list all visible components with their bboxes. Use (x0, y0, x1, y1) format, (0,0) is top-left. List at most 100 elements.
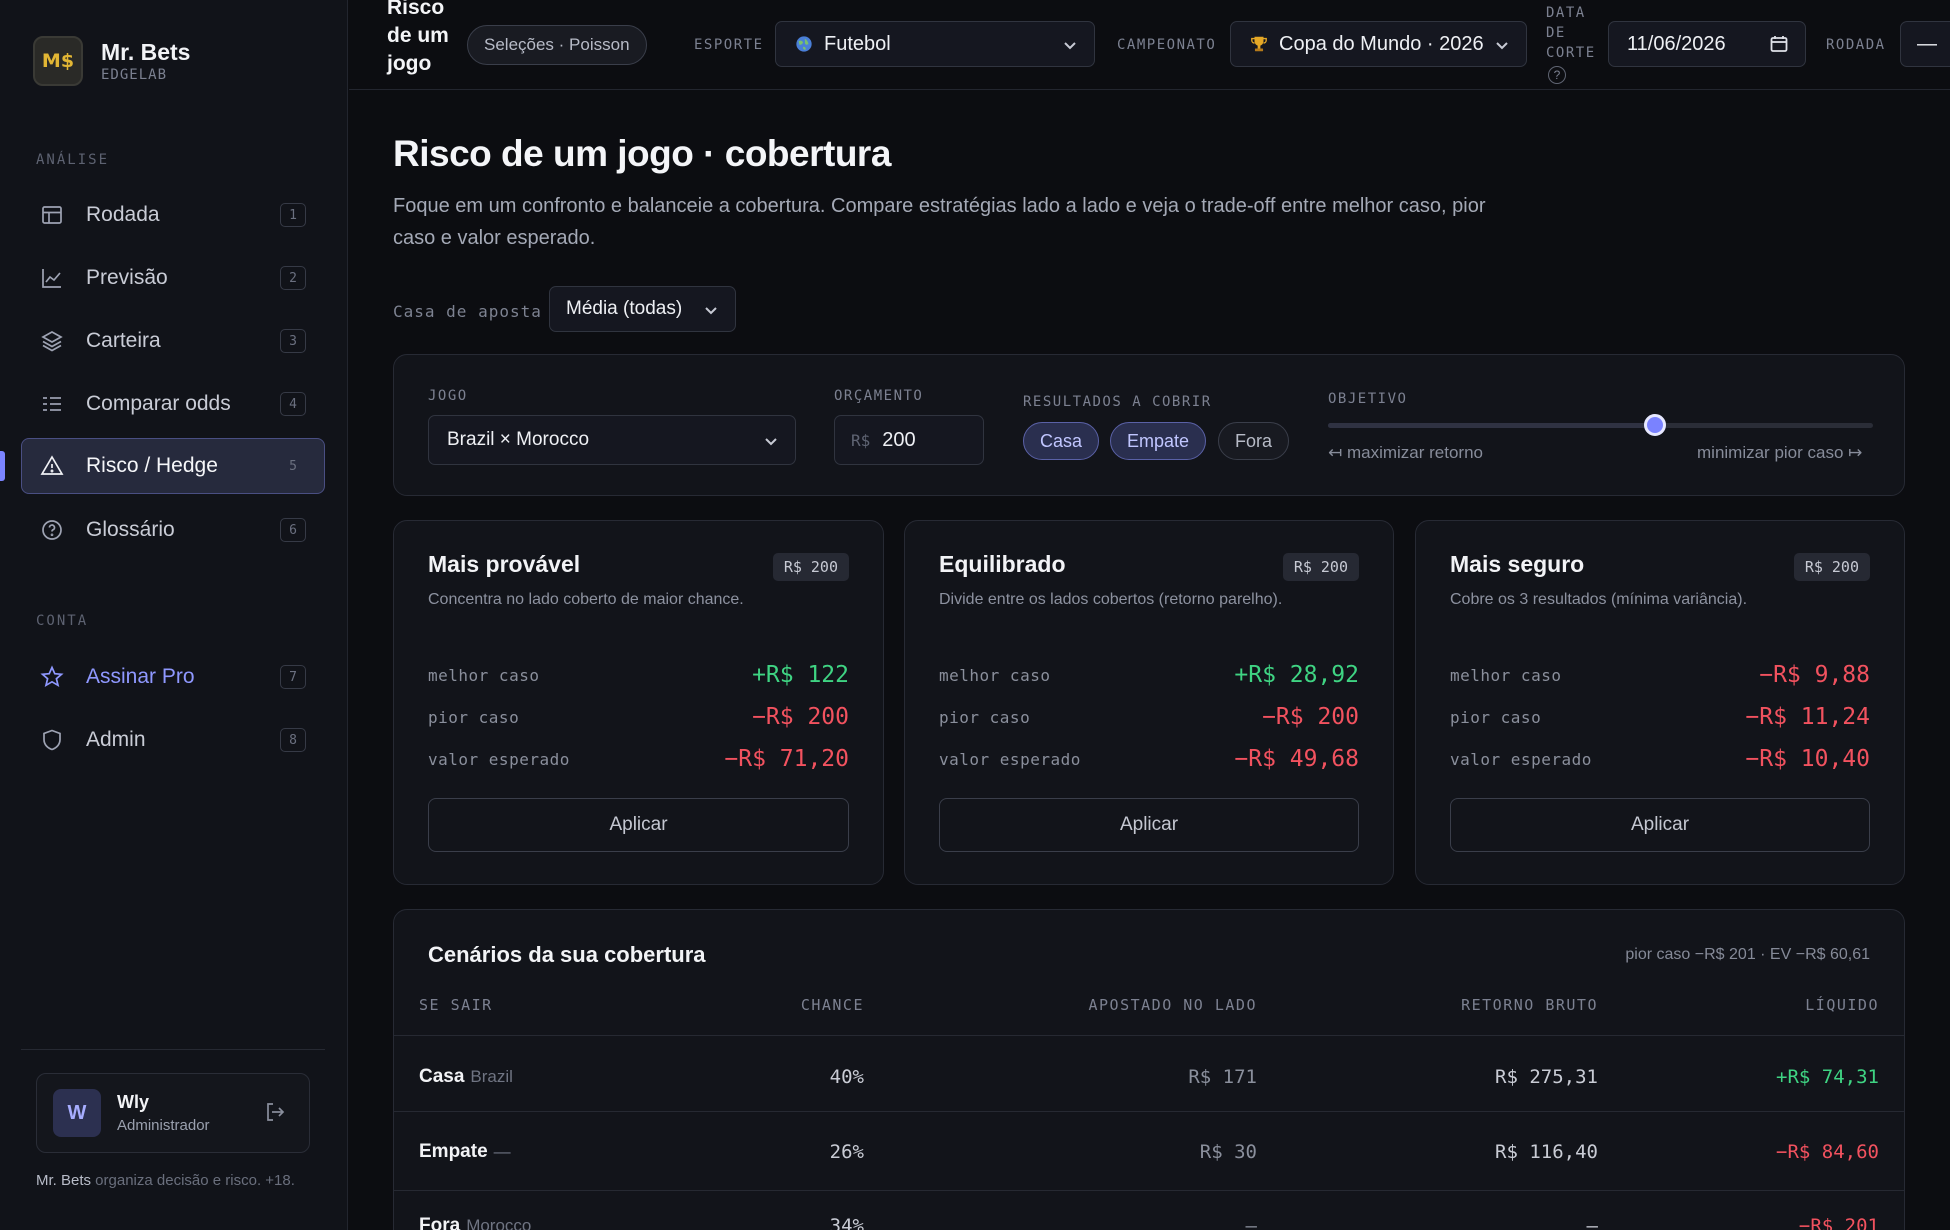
expected-value-label: valor esperado (428, 749, 570, 769)
card-description: Divide entre os lados cobertos (retorno … (939, 591, 1283, 608)
outcome-chip-fora[interactable]: Fora (1218, 422, 1290, 460)
model-tag[interactable]: Seleções · Poisson (467, 25, 647, 65)
sidebar-item-label: Admin (86, 728, 146, 751)
round-value: — (1917, 32, 1937, 55)
card-title: Equilibrado (939, 551, 1066, 577)
star-icon (38, 663, 66, 691)
row-outcome: Fora Morocco (419, 1215, 531, 1230)
best-case-label: melhor caso (1450, 665, 1562, 685)
outcome-name: Empate (419, 1141, 488, 1162)
card-badge: R$ 200 (772, 553, 849, 581)
sidebar-item-admin[interactable]: Admin 8 (21, 712, 325, 768)
sidebar-item-comparar-odds[interactable]: Comparar odds 4 (21, 376, 325, 432)
shortcut-key: 5 (289, 458, 297, 474)
row-outcome: Casa Brazil (419, 1066, 513, 1088)
column-header-staked: APOSTADO NO LADO (1088, 996, 1257, 1014)
chevron-down-icon (703, 301, 719, 317)
page-title: Risco de um jogo · cobertura (393, 133, 891, 174)
footer-text: organiza decisão e risco. +18. (91, 1172, 295, 1189)
sidebar-item-carteira[interactable]: Carteira 3 (21, 313, 325, 369)
row-chance: 26% (829, 1141, 864, 1163)
worst-case-label: pior caso (1450, 707, 1542, 727)
logout-icon[interactable] (263, 1100, 289, 1126)
game-select[interactable]: Brazil × Morocco (428, 415, 796, 465)
footer-note: Mr. Bets organiza decisão e risco. +18. (36, 1172, 295, 1189)
globe-icon (794, 34, 814, 54)
brand-name: Mr. Bets (101, 39, 191, 65)
worst-case-value: −R$ 200 (1262, 704, 1359, 730)
budget-input[interactable]: R$ 200 (834, 415, 984, 465)
objective-slider[interactable] (1328, 414, 1873, 436)
help-icon[interactable]: ? (1548, 66, 1566, 84)
best-case-row: melhor caso +R$ 28,92 (939, 660, 1359, 690)
table-divider (394, 1035, 1904, 1036)
sidebar-item-label: Carteira (86, 329, 161, 352)
best-case-value: −R$ 9,88 (1759, 662, 1870, 688)
objective-slider-fill (1328, 423, 1655, 428)
best-case-row: melhor caso −R$ 9,88 (1450, 660, 1870, 690)
sidebar-item-label: Glossário (86, 518, 175, 541)
outcome-team: Morocco (466, 1216, 532, 1230)
row-net: +R$ 74,31 (1776, 1066, 1879, 1088)
outcome-chip-casa[interactable]: Casa (1023, 422, 1100, 460)
best-case-row: melhor caso +R$ 122 (428, 660, 849, 690)
table-divider (394, 1111, 1904, 1112)
worst-case-row: pior caso −R$ 200 (939, 702, 1359, 732)
calendar-icon[interactable] (1769, 34, 1789, 54)
league-value: Copa do Mundo · 2026 (1279, 32, 1484, 55)
scenarios-title: Cenários da sua cobertura (428, 942, 706, 967)
footer-brand: Mr. Bets (36, 1172, 92, 1189)
bookmaker-label: Casa de aposta (393, 302, 542, 321)
apply-button[interactable]: Aplicar (1450, 798, 1870, 852)
currency-prefix: R$ (851, 430, 871, 450)
league-select[interactable]: Copa do Mundo · 2026 (1230, 21, 1527, 67)
outcome-chip-empate[interactable]: Empate (1110, 422, 1207, 460)
sport-value: Futebol (824, 32, 891, 55)
scenarios-panel: Cenários da sua cobertura pior caso −R$ … (393, 909, 1905, 1230)
section-label-account: CONTA (36, 613, 89, 629)
best-case-label: melhor caso (939, 665, 1051, 685)
best-case-value: +R$ 28,92 (1234, 662, 1359, 688)
cutoff-label: DATA DE CORTE (1546, 5, 1596, 61)
expected-value: −R$ 71,20 (724, 746, 849, 772)
sidebar-item-previsao[interactable]: Previsão 2 (21, 250, 325, 306)
best-case-label: melhor caso (428, 665, 540, 685)
bookmaker-select[interactable]: Média (todas) (549, 286, 736, 332)
sidebar-item-risco-hedge[interactable]: Risco / Hedge 5 (21, 438, 325, 494)
card-badge: R$ 200 (1793, 553, 1870, 581)
outcome-name: Casa (419, 1066, 465, 1087)
card-badge: R$ 200 (1282, 553, 1359, 581)
game-label: JOGO (428, 388, 468, 404)
sidebar-item-rodada[interactable]: Rodada 1 (21, 187, 325, 243)
worst-case-label: pior caso (939, 707, 1031, 727)
cutoff-date-input[interactable]: 11/06/2026 (1608, 21, 1806, 67)
shortcut-key: 3 (280, 329, 306, 353)
warning-triangle-icon (38, 452, 66, 480)
chevron-down-icon (763, 432, 779, 448)
chart-line-icon (38, 264, 66, 292)
round-select[interactable]: — (1900, 21, 1950, 67)
sidebar-item-assinar-pro[interactable]: Assinar Pro 7 (21, 649, 325, 705)
expected-value-label: valor esperado (939, 749, 1081, 769)
user-card: W Wly Administrador (36, 1073, 310, 1153)
sport-select[interactable]: Futebol (775, 21, 1095, 67)
sidebar-item-glossario[interactable]: Glossário 6 (21, 502, 325, 558)
shortcut-key: 8 (280, 728, 306, 752)
apply-button[interactable]: Aplicar (428, 798, 849, 852)
strategy-card-mais-provavel: Mais provável R$ 200 Concentra no lado c… (393, 520, 884, 885)
chevron-down-icon (1062, 36, 1078, 52)
worst-case-value: −R$ 11,24 (1745, 704, 1870, 730)
outcome-name: Fora (419, 1215, 461, 1230)
game-value: Brazil × Morocco (447, 429, 590, 450)
apply-button[interactable]: Aplicar (939, 798, 1359, 852)
column-header-net: LÍQUIDO (1805, 996, 1879, 1014)
brand[interactable]: M$ Mr. Bets EDGELAB (33, 36, 190, 86)
row-gross: R$ 275,31 (1495, 1066, 1598, 1088)
sport-label: ESPORTE (694, 37, 764, 53)
user-name: Wly (117, 1092, 150, 1112)
table-divider (394, 1190, 1904, 1191)
list-compare-icon (38, 390, 66, 418)
card-title: Mais provável (428, 551, 581, 577)
user-role: Administrador (117, 1117, 210, 1134)
objective-slider-thumb[interactable] (1644, 414, 1666, 436)
